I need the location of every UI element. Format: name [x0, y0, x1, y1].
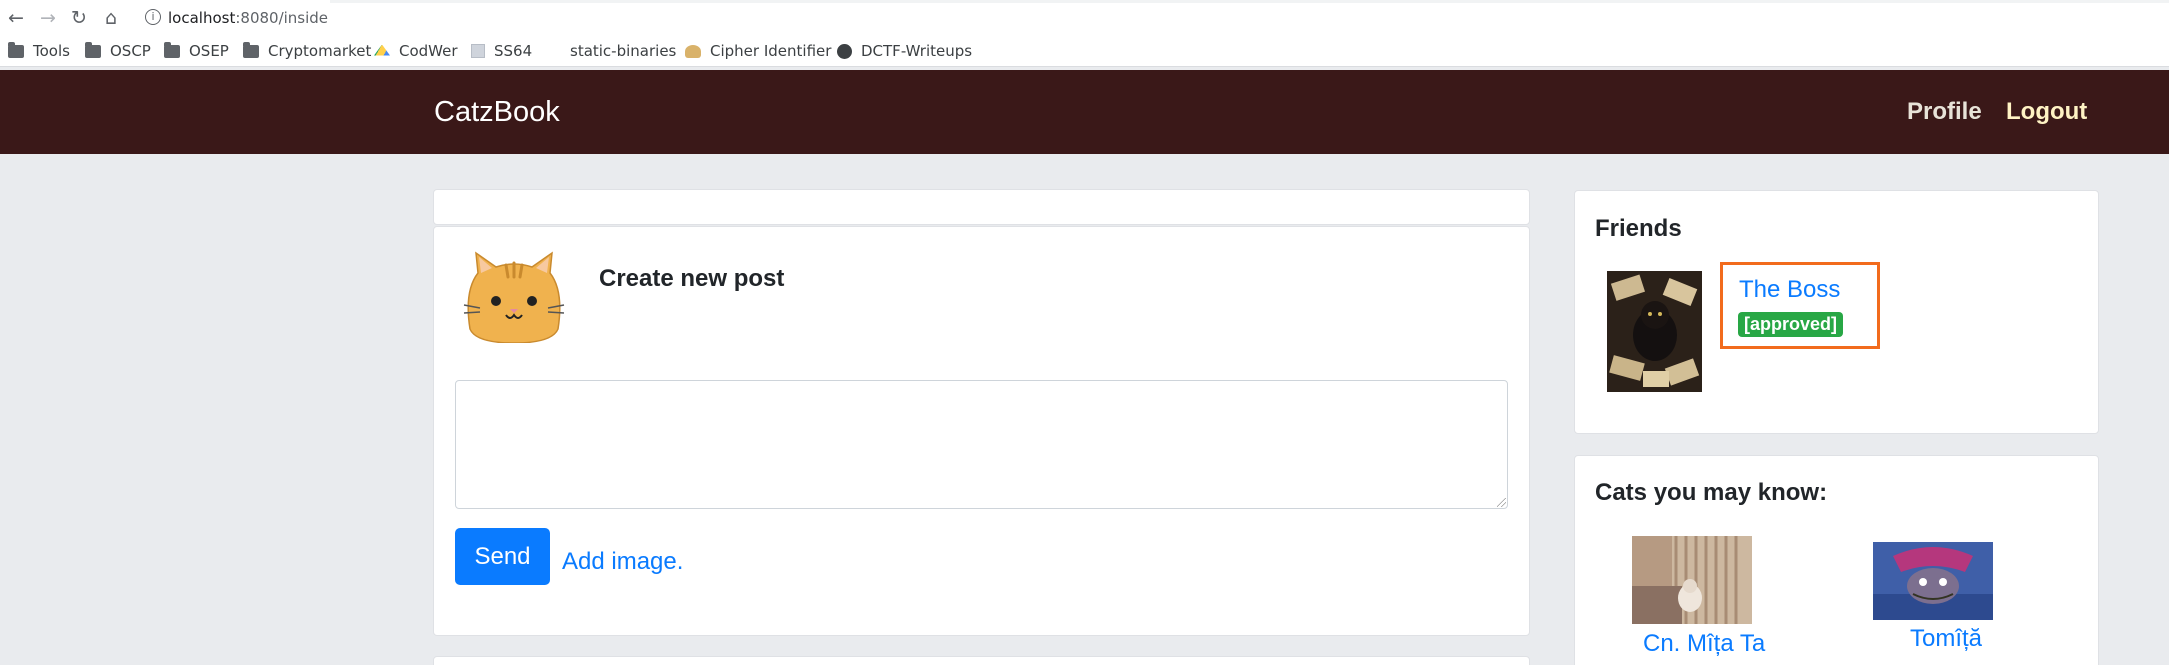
bookmark-osep[interactable]: OSEP: [164, 41, 229, 61]
bookmark-label: Tools: [33, 42, 70, 60]
bookmark-label: Cipher Identifier: [710, 42, 832, 60]
folder-icon: [8, 41, 24, 58]
bookmark-label: SS64: [494, 42, 533, 60]
create-post-card: Create new post Send Add image.: [433, 226, 1530, 636]
home-icon[interactable]: ⌂: [101, 8, 121, 28]
bookmark-label: CodWer: [399, 42, 458, 60]
bookmark-label: DCTF-Writeups: [861, 42, 973, 60]
browser-toolbar: ← → ↻ ⌂ i localhost:8080/inside: [0, 0, 2169, 35]
nav-profile-link[interactable]: Profile: [1907, 98, 1982, 126]
friend-photo-the-boss[interactable]: [1607, 271, 1702, 392]
bookmark-ss64[interactable]: SS64: [471, 41, 532, 61]
bookmark-tools[interactable]: Tools: [8, 41, 70, 61]
cats-you-may-know-title: Cats you may know:: [1595, 479, 1828, 506]
suggestion-name-cn-mita-ta[interactable]: Cn. Mîța Ta: [1643, 630, 1765, 658]
friends-title: Friends: [1595, 215, 1682, 242]
create-post-title: Create new post: [599, 265, 785, 292]
add-image-link[interactable]: Add image.: [562, 548, 683, 576]
suggestion-name-tomita[interactable]: Tomîță: [1910, 625, 1982, 653]
burger-icon: [685, 44, 701, 58]
folder-icon: [85, 41, 101, 58]
suggestion-photo-cn-mita-ta[interactable]: [1632, 536, 1752, 624]
url-host: localhost: [168, 9, 236, 27]
site-info-icon[interactable]: i: [145, 9, 161, 25]
next-post-card: [433, 656, 1530, 665]
reload-icon[interactable]: ↻: [69, 8, 89, 28]
url-path: :8080/inside: [235, 9, 329, 27]
google-drive-icon: [374, 44, 390, 56]
bookmark-oscp[interactable]: OSCP: [85, 41, 151, 61]
bookmark-label: OSEP: [189, 42, 229, 60]
cat-avatar-icon: [463, 251, 565, 343]
textarea-resize-handle[interactable]: [1497, 498, 1506, 507]
back-icon[interactable]: ←: [6, 8, 26, 28]
friends-card: Friends The Boss [approved]: [1574, 190, 2099, 434]
post-textarea[interactable]: [455, 380, 1508, 509]
bookmark-static-binaries[interactable]: static-binaries: [570, 41, 676, 61]
folder-icon: [164, 41, 180, 58]
bookmark-label: Cryptomarket: [268, 42, 372, 60]
tab-strip-edge: [330, 0, 2169, 3]
bookmark-cipher-identifier[interactable]: Cipher Identifier: [685, 41, 831, 61]
bookmark-codwer[interactable]: CodWer: [374, 41, 458, 61]
send-button[interactable]: Send: [455, 528, 550, 585]
forward-icon[interactable]: →: [38, 8, 58, 28]
status-badge: [approved]: [1738, 312, 1844, 337]
bookmark-dctf-writeups[interactable]: DCTF-Writeups: [837, 41, 972, 61]
nav-logout-link[interactable]: Logout: [2006, 98, 2087, 126]
globe-icon: [837, 43, 852, 59]
app-navbar: CatzBook Profile Logout: [0, 70, 2169, 154]
friend-name-the-boss[interactable]: The Boss: [1739, 276, 1840, 304]
bookmark-cryptomarket[interactable]: Cryptomarket: [243, 41, 371, 61]
page-icon: [471, 44, 485, 58]
bookmark-label: OSCP: [110, 42, 151, 60]
feed-header-strip: [433, 189, 1530, 225]
address-bar[interactable]: localhost:8080/inside: [168, 9, 328, 27]
suggestion-photo-tomita[interactable]: [1873, 542, 1993, 620]
bookmarks-bar: Tools OSCP OSEP Cryptomarket CodWer SS64…: [0, 35, 2169, 67]
brand-link[interactable]: CatzBook: [434, 96, 560, 129]
cats-you-may-know-card: Cats you may know: Cn. Mîța Ta Tomîță: [1574, 455, 2099, 665]
bookmark-label: static-binaries: [570, 42, 677, 60]
folder-icon: [243, 41, 259, 58]
